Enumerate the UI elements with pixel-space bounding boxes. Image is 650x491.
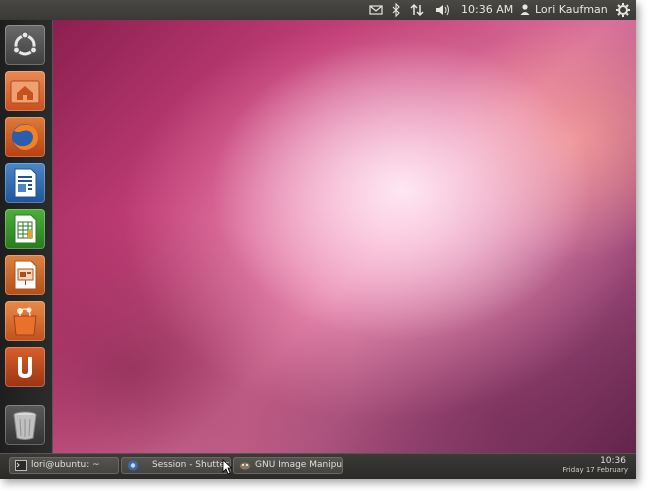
ubuntu-logo-icon [12, 31, 38, 56]
firefox-icon [12, 124, 38, 150]
session-gear-icon[interactable] [615, 0, 631, 20]
taskbar-clock-time[interactable]: 10:36 [600, 456, 626, 466]
bottom-taskbar: lori@ubuntu: ~ Session - Shutter GNU Ima… [0, 453, 636, 479]
launcher-writer[interactable] [5, 163, 45, 203]
calc-icon [14, 214, 37, 244]
task-shutter[interactable]: Session - Shutter [121, 457, 231, 474]
launcher-software-center[interactable] [5, 301, 45, 341]
task-terminal[interactable]: lori@ubuntu: ~ [9, 457, 119, 474]
top-panel: 10:36 AM Lori Kaufman [0, 0, 636, 20]
user-name[interactable]: Lori Kaufman [535, 0, 608, 20]
task-gimp[interactable]: GNU Image Manipul... [233, 457, 343, 474]
desktop-screen: 10:36 AM Lori Kaufman lori@ubuntu: ~ Ses… [0, 0, 636, 479]
gimp-icon [240, 462, 250, 470]
task-label: Session - Shutter [152, 460, 229, 470]
network-icon[interactable] [410, 0, 424, 20]
task-label: lori@ubuntu: ~ [31, 460, 100, 470]
terminal-icon [15, 460, 27, 471]
task-label: GNU Image Manipul... [255, 460, 343, 470]
volume-icon[interactable] [435, 0, 453, 20]
user-icon [520, 0, 530, 20]
shutter-icon [128, 460, 138, 471]
shopping-bag-icon [13, 307, 37, 336]
launcher-ubuntu-one[interactable] [5, 347, 45, 387]
mail-icon[interactable] [369, 0, 383, 20]
clock-label[interactable]: 10:36 AM [461, 0, 513, 20]
ubuntu-one-icon [18, 357, 32, 378]
impress-icon [14, 260, 37, 290]
launcher-impress[interactable] [5, 255, 45, 295]
bluetooth-icon[interactable] [391, 0, 401, 20]
writer-icon [14, 168, 37, 198]
mouse-cursor-icon [222, 459, 232, 475]
launcher-calc[interactable] [5, 209, 45, 249]
launcher [0, 20, 53, 453]
launcher-dash-home[interactable] [5, 25, 45, 65]
taskbar-clock-date: Friday 17 February [562, 466, 628, 474]
launcher-trash[interactable] [5, 405, 45, 445]
launcher-firefox[interactable] [5, 117, 45, 157]
desktop-wallpaper [52, 20, 636, 453]
home-folder-icon [10, 80, 40, 104]
trash-icon [13, 411, 37, 440]
launcher-home-folder[interactable] [5, 71, 45, 111]
